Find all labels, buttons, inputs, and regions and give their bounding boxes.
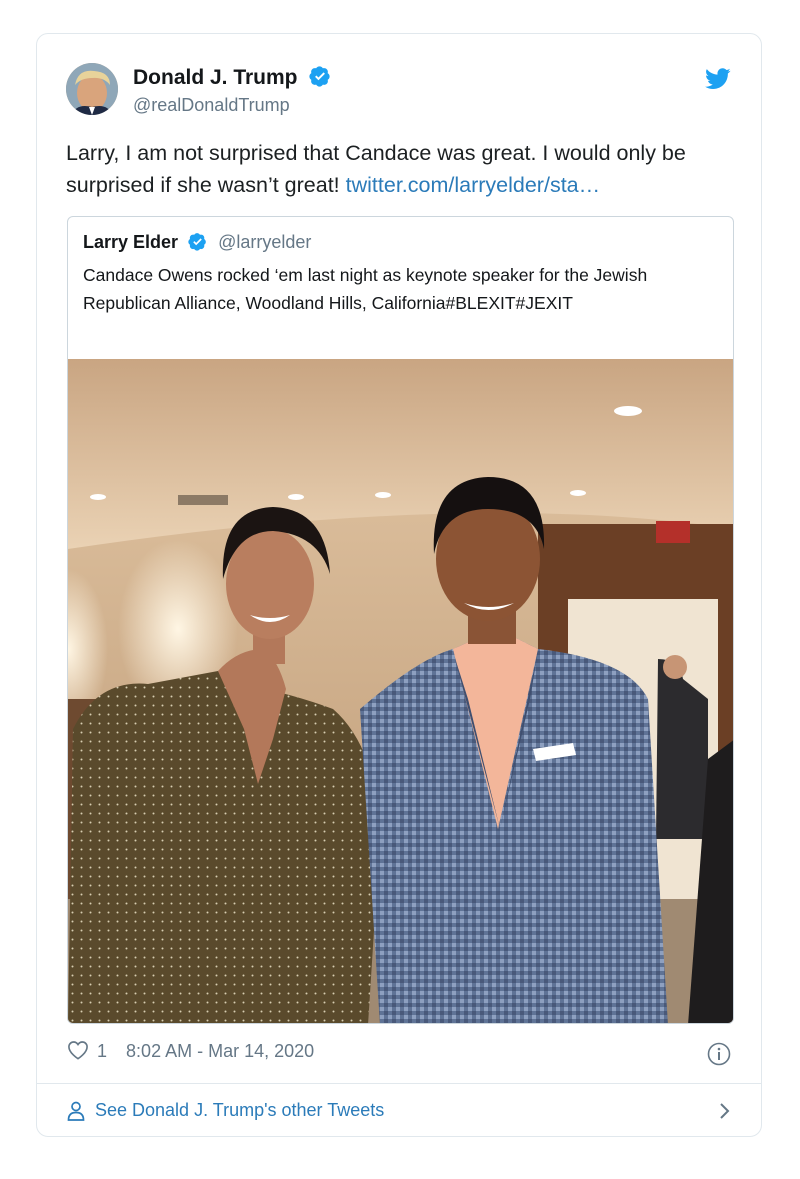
tweet-meta: 1 8:02 AM - Mar 14, 2020 bbox=[67, 1040, 314, 1062]
quoted-author[interactable]: Larry Elder @larryelder bbox=[83, 232, 311, 253]
tweet-text: Larry, I am not surprised that Candace w… bbox=[66, 137, 746, 201]
tweet-timestamp[interactable]: 8:02 AM - Mar 14, 2020 bbox=[126, 1041, 314, 1061]
verified-badge-icon bbox=[188, 233, 206, 251]
quoted-photo[interactable] bbox=[68, 359, 734, 1024]
avatar-image bbox=[66, 63, 118, 115]
author-name-text: Donald J. Trump bbox=[133, 66, 298, 89]
quoted-author-name: Larry Elder bbox=[83, 232, 179, 252]
chevron-right-icon bbox=[720, 1102, 730, 1119]
quoted-author-handle: @larryelder bbox=[218, 232, 312, 252]
other-tweets-label: See Donald J. Trump's other Tweets bbox=[95, 1100, 385, 1120]
other-tweets-link[interactable]: See Donald J. Trump's other Tweets bbox=[67, 1083, 731, 1138]
quoted-tweet[interactable]: Larry Elder @larryelder Candace Owens ro… bbox=[67, 216, 734, 1024]
quoted-text: Candace Owens rocked ‘em last night as k… bbox=[83, 265, 648, 313]
heart-icon[interactable] bbox=[67, 1040, 89, 1060]
person-icon bbox=[67, 1101, 85, 1121]
tweet-card: Donald J. Trump @realDonaldTrump Larry, … bbox=[36, 33, 762, 1137]
like-count: 1 bbox=[97, 1041, 108, 1061]
author-avatar[interactable] bbox=[66, 63, 118, 115]
twitter-bird-icon[interactable] bbox=[705, 68, 731, 90]
author-name[interactable]: Donald J. Trump bbox=[133, 65, 331, 90]
verified-badge-icon bbox=[309, 66, 330, 87]
author-handle[interactable]: @realDonaldTrump bbox=[133, 95, 290, 116]
info-icon[interactable] bbox=[707, 1042, 731, 1066]
tweet-link[interactable]: twitter.com/larryelder/sta… bbox=[346, 173, 600, 197]
